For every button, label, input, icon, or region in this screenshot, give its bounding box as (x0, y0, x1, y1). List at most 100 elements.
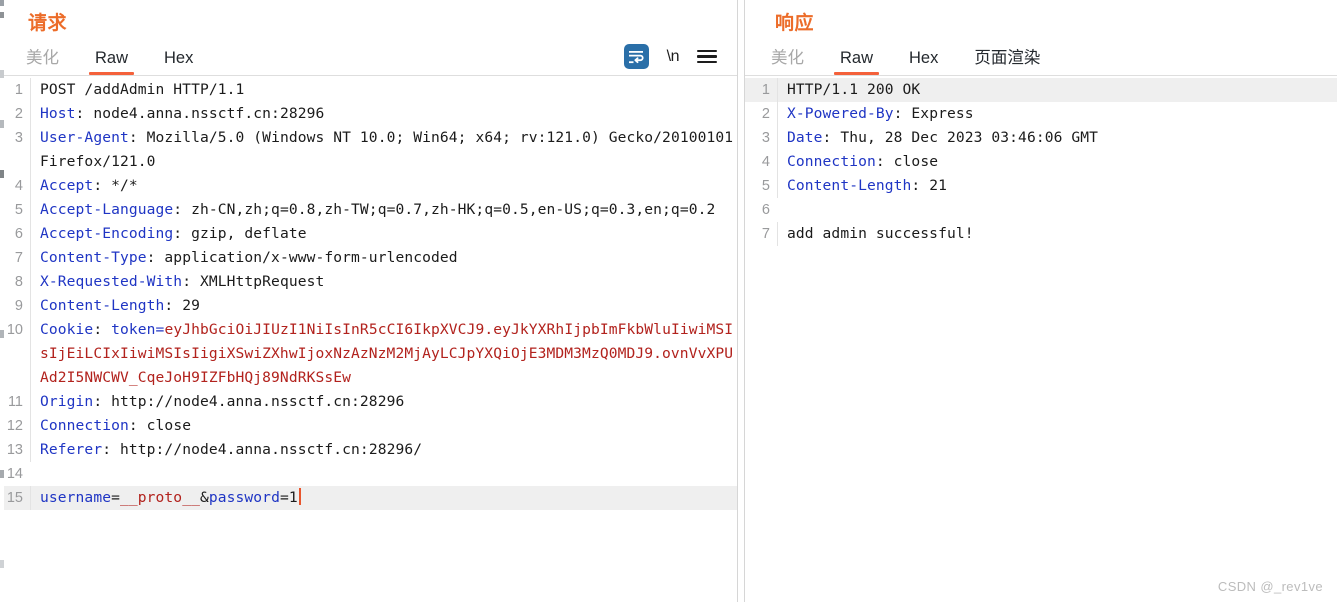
tab-request-hex[interactable]: Hex (152, 48, 205, 75)
header-separator: : (182, 273, 200, 290)
response-panel-title: 响应 (775, 13, 815, 34)
body-param-username-value: __proto__ (119, 489, 200, 506)
code-line-request-body[interactable]: 15 username=__proto__&password=1 (0, 486, 737, 510)
header-value: 21 (929, 177, 947, 194)
body-ampersand: & (199, 489, 209, 506)
header-separator: : (93, 393, 112, 410)
line-number: 2 (761, 106, 770, 122)
line-number: 1 (761, 82, 770, 98)
header-name: Accept-Encoding (40, 225, 174, 242)
request-editor[interactable]: 1 POST /addAdmin HTTP/1.1 2 Host: node4.… (0, 76, 737, 602)
line-content: Connection: close (30, 414, 737, 438)
header-separator: : (164, 297, 183, 314)
show-newline-icon[interactable]: \n (667, 48, 680, 66)
header-name: Connection (787, 153, 876, 170)
code-line: 1 HTTP/1.1 200 OK (745, 78, 1337, 102)
code-line: 9 Content-Length: 29 (0, 294, 737, 318)
header-name: Origin (40, 393, 94, 410)
header-separator: : (75, 105, 94, 122)
header-name: Connection (40, 417, 129, 434)
adjacent-panel-edge (0, 0, 4, 602)
request-panel: 请求 美化 Raw Hex \n 1 POST /addAdmin HTTP/1… (0, 0, 738, 602)
header-name: Accept (40, 177, 94, 194)
header-separator: : (102, 441, 120, 458)
line-number: 11 (7, 394, 23, 410)
header-separator: : (911, 177, 930, 194)
code-line-blank: 14 (0, 462, 737, 486)
header-name: X-Powered-By (787, 105, 894, 122)
header-name: X-Requested-With (40, 273, 183, 290)
response-panel: 响应 美化 Raw Hex 页面渲染 1 HTTP/1.1 200 OK 2 X… (744, 0, 1337, 602)
header-separator: : (128, 129, 147, 146)
line-number: 1 (14, 82, 23, 98)
line-number: 6 (14, 226, 23, 242)
header-separator: : (822, 129, 841, 146)
line-content: Origin: http://node4.anna.nssctf.cn:2829… (30, 390, 737, 414)
line-number: 9 (14, 298, 23, 314)
hamburger-menu-icon[interactable] (697, 50, 717, 63)
header-name: User-Agent (40, 129, 129, 146)
header-separator: : (173, 225, 192, 242)
code-line: 11 Origin: http://node4.anna.nssctf.cn:2… (0, 390, 737, 414)
cookie-name: token= (111, 321, 165, 338)
code-line: 2 Host: node4.anna.nssctf.cn:28296 (0, 102, 737, 126)
line-content: Connection: close (777, 150, 1337, 174)
request-tabbar: 美化 Raw Hex \n (0, 40, 737, 76)
line-number: 4 (14, 178, 23, 194)
request-panel-title: 请求 (28, 13, 68, 34)
line-number: 7 (14, 250, 23, 266)
header-value: 29 (182, 297, 200, 314)
word-wrap-icon[interactable] (623, 44, 649, 69)
burp-http-message-viewer: 请求 美化 Raw Hex \n 1 POST /addAdmin HTTP/1… (0, 0, 1337, 602)
header-separator: : (875, 153, 894, 170)
tab-response-hex[interactable]: Hex (897, 48, 950, 75)
tab-response-render[interactable]: 页面渲染 (962, 48, 1052, 75)
line-content: POST /addAdmin HTTP/1.1 (30, 78, 737, 102)
line-number: 5 (761, 178, 770, 194)
header-value: Thu, 28 Dec 2023 03:46:06 GMT (840, 129, 1099, 146)
line-number: 5 (14, 202, 23, 218)
line-number: 7 (761, 226, 770, 242)
header-separator: : (173, 201, 192, 218)
header-name: Content-Type (40, 249, 147, 266)
header-value: application/x-www-form-urlencoded (164, 249, 458, 266)
header-value: close (893, 153, 939, 170)
tab-response-beautify[interactable]: 美化 (759, 48, 816, 75)
header-separator: : (146, 249, 165, 266)
code-line: 6 Accept-Encoding: gzip, deflate (0, 222, 737, 246)
line-number: 13 (6, 442, 23, 458)
line-number: 12 (6, 418, 23, 434)
line-content: Host: node4.anna.nssctf.cn:28296 (30, 102, 737, 126)
code-line: 7 Content-Type: application/x-www-form-u… (0, 246, 737, 270)
line-number: 14 (6, 466, 23, 482)
text-cursor (298, 488, 301, 505)
header-name: Accept-Language (40, 201, 174, 218)
response-editor[interactable]: 1 HTTP/1.1 200 OK 2 X-Powered-By: Expres… (745, 76, 1337, 602)
header-name: Host (40, 105, 76, 122)
header-value: XMLHttpRequest (199, 273, 325, 290)
header-name: Content-Length (787, 177, 912, 194)
line-content: Accept-Language: zh-CN,zh;q=0.8,zh-TW;q=… (30, 198, 737, 222)
code-line-cookie: 10 Cookie: token=eyJhbGciOiJIUzI1NiIsInR… (0, 318, 737, 390)
line-number: 3 (14, 130, 23, 146)
header-value: close (146, 417, 192, 434)
code-line: 8 X-Requested-With: XMLHttpRequest (0, 270, 737, 294)
header-separator: : (93, 321, 112, 338)
line-content: X-Requested-With: XMLHttpRequest (30, 270, 737, 294)
code-line: 3 User-Agent: Mozilla/5.0 (Windows NT 10… (0, 126, 737, 174)
header-value: http://node4.anna.nssctf.cn:28296/ (120, 441, 423, 458)
header-value: node4.anna.nssctf.cn:28296 (93, 105, 325, 122)
csdn-watermark: CSDN @_rev1ve (1217, 579, 1323, 594)
header-name: Content-Length (40, 297, 165, 314)
tab-request-raw[interactable]: Raw (83, 48, 140, 75)
header-separator: : (893, 105, 912, 122)
response-tabbar: 美化 Raw Hex 页面渲染 (745, 40, 1337, 76)
tab-request-beautify[interactable]: 美化 (14, 48, 71, 75)
header-name: Cookie (40, 321, 94, 338)
code-line: 4 Connection: close (745, 150, 1337, 174)
tab-response-raw[interactable]: Raw (828, 48, 885, 75)
line-number: 15 (6, 490, 23, 506)
request-body-content[interactable]: username=__proto__&password=1 (30, 486, 737, 510)
header-value: gzip, deflate (191, 225, 307, 242)
request-toolbar: \n (623, 44, 737, 75)
